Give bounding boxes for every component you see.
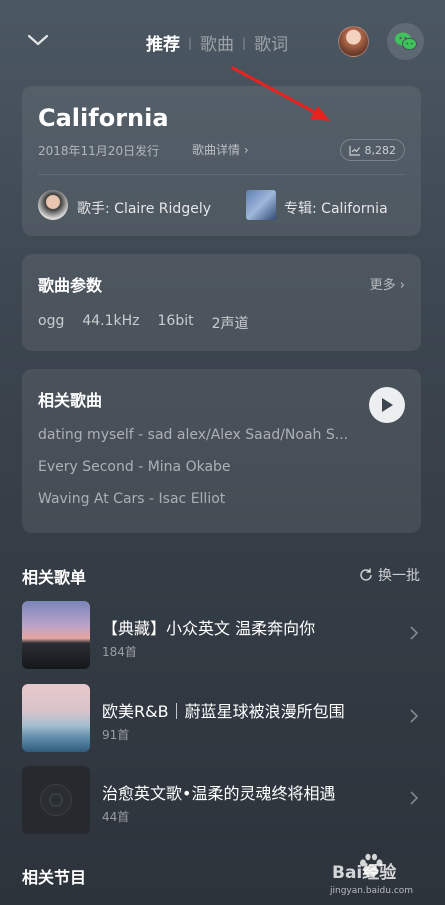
baidu-watermark: Bai经验 jingyan.baidu.com bbox=[326, 852, 426, 902]
song-params-card: 歌曲参数 更多 › ogg 44.1kHz 16bit 2声道 bbox=[22, 254, 421, 351]
param-sample-rate: 44.1kHz bbox=[82, 313, 140, 329]
song-detail-link[interactable]: 歌曲详情 › bbox=[192, 141, 249, 158]
album-cover[interactable] bbox=[246, 190, 276, 220]
tab-songs[interactable]: 歌曲 bbox=[200, 30, 234, 55]
param-format: ogg bbox=[38, 313, 65, 329]
related-songs-title: 相关歌曲 bbox=[38, 391, 103, 410]
top-bar: 推荐 | 歌曲 | 歌词 bbox=[0, 0, 445, 80]
tab-bar: 推荐 | 歌曲 | 歌词 bbox=[146, 30, 288, 55]
refresh-button[interactable]: 换一批 bbox=[358, 565, 420, 585]
params-list: ogg 44.1kHz 16bit 2声道 bbox=[38, 313, 249, 333]
artist-avatar[interactable] bbox=[38, 190, 68, 220]
play-icon bbox=[382, 398, 393, 412]
playlist-item[interactable]: 治愈英文歌•温柔的灵魂终将相遇 44首 bbox=[22, 766, 427, 834]
song-title: California bbox=[38, 104, 169, 132]
playlist-count: 44首 bbox=[102, 810, 130, 824]
param-channels: 2声道 bbox=[211, 316, 249, 332]
tab-separator: | bbox=[188, 35, 193, 50]
tab-separator: | bbox=[242, 35, 247, 50]
playlist-item[interactable]: 欧美R&B｜蔚蓝星球被浪漫所包围 91首 bbox=[22, 684, 427, 752]
play-all-button[interactable] bbox=[369, 387, 405, 423]
related-songs-card: 相关歌曲 dating myself - sad alex/Alex Saad/… bbox=[22, 369, 421, 533]
wechat-share-button[interactable] bbox=[387, 23, 424, 60]
related-programs-title: 相关节目 bbox=[22, 868, 87, 887]
playlist-cover bbox=[22, 601, 90, 669]
playlist-count: 184首 bbox=[102, 645, 137, 659]
playlist-title: 【典藏】小众英文 温柔奔向你 bbox=[102, 619, 316, 638]
play-count-badge[interactable]: 8,282 bbox=[339, 139, 405, 161]
release-date: 2018年11月20日发行 bbox=[38, 144, 160, 158]
chevron-right-icon bbox=[410, 626, 419, 640]
params-title: 歌曲参数 bbox=[38, 276, 103, 295]
artist-link[interactable]: 歌手: Claire Ridgely bbox=[77, 198, 211, 218]
album-link[interactable]: 专辑: California bbox=[284, 198, 388, 218]
related-playlists-title: 相关歌单 bbox=[22, 568, 87, 587]
playlist-title: 治愈英文歌•温柔的灵魂终将相遇 bbox=[102, 784, 336, 803]
related-song-item[interactable]: dating myself - sad alex/Alex Saad/Noah … bbox=[38, 427, 348, 443]
song-detail-label: 歌曲详情 bbox=[192, 143, 241, 157]
watermark-brand: Bai经验 bbox=[332, 863, 397, 883]
divider bbox=[38, 174, 405, 175]
refresh-label: 换一批 bbox=[378, 568, 420, 584]
playlist-item[interactable]: 【典藏】小众英文 温柔奔向你 184首 bbox=[22, 601, 427, 669]
playlist-cover bbox=[22, 766, 90, 834]
trend-chart-icon bbox=[348, 145, 360, 156]
chevron-right-icon: › bbox=[243, 143, 249, 157]
user-avatar[interactable] bbox=[338, 26, 369, 57]
chevron-right-icon bbox=[410, 709, 419, 723]
more-link[interactable]: 更多 › bbox=[370, 274, 405, 293]
tab-recommend[interactable]: 推荐 bbox=[146, 30, 180, 55]
tab-lyrics[interactable]: 歌词 bbox=[254, 30, 288, 55]
chevron-down-icon[interactable] bbox=[24, 26, 52, 54]
chevron-right-icon bbox=[410, 791, 419, 805]
playlist-count: 91首 bbox=[102, 728, 130, 742]
related-song-item[interactable]: Every Second - Mina Okabe bbox=[38, 459, 231, 475]
play-count: 8,282 bbox=[364, 143, 397, 157]
playlist-cover bbox=[22, 684, 90, 752]
more-label: 更多 bbox=[369, 278, 396, 293]
watermark-url: jingyan.baidu.com bbox=[330, 886, 414, 896]
song-info-card: California 2018年11月20日发行 歌曲详情 › 8,282 歌手… bbox=[22, 86, 421, 236]
refresh-icon bbox=[360, 568, 372, 581]
related-song-item[interactable]: Waving At Cars - Isac Elliot bbox=[38, 491, 225, 507]
playlist-title: 欧美R&B｜蔚蓝星球被浪漫所包围 bbox=[102, 702, 345, 721]
param-bit-depth: 16bit bbox=[157, 313, 194, 329]
wechat-icon bbox=[394, 32, 417, 50]
chevron-right-icon: › bbox=[399, 278, 405, 293]
